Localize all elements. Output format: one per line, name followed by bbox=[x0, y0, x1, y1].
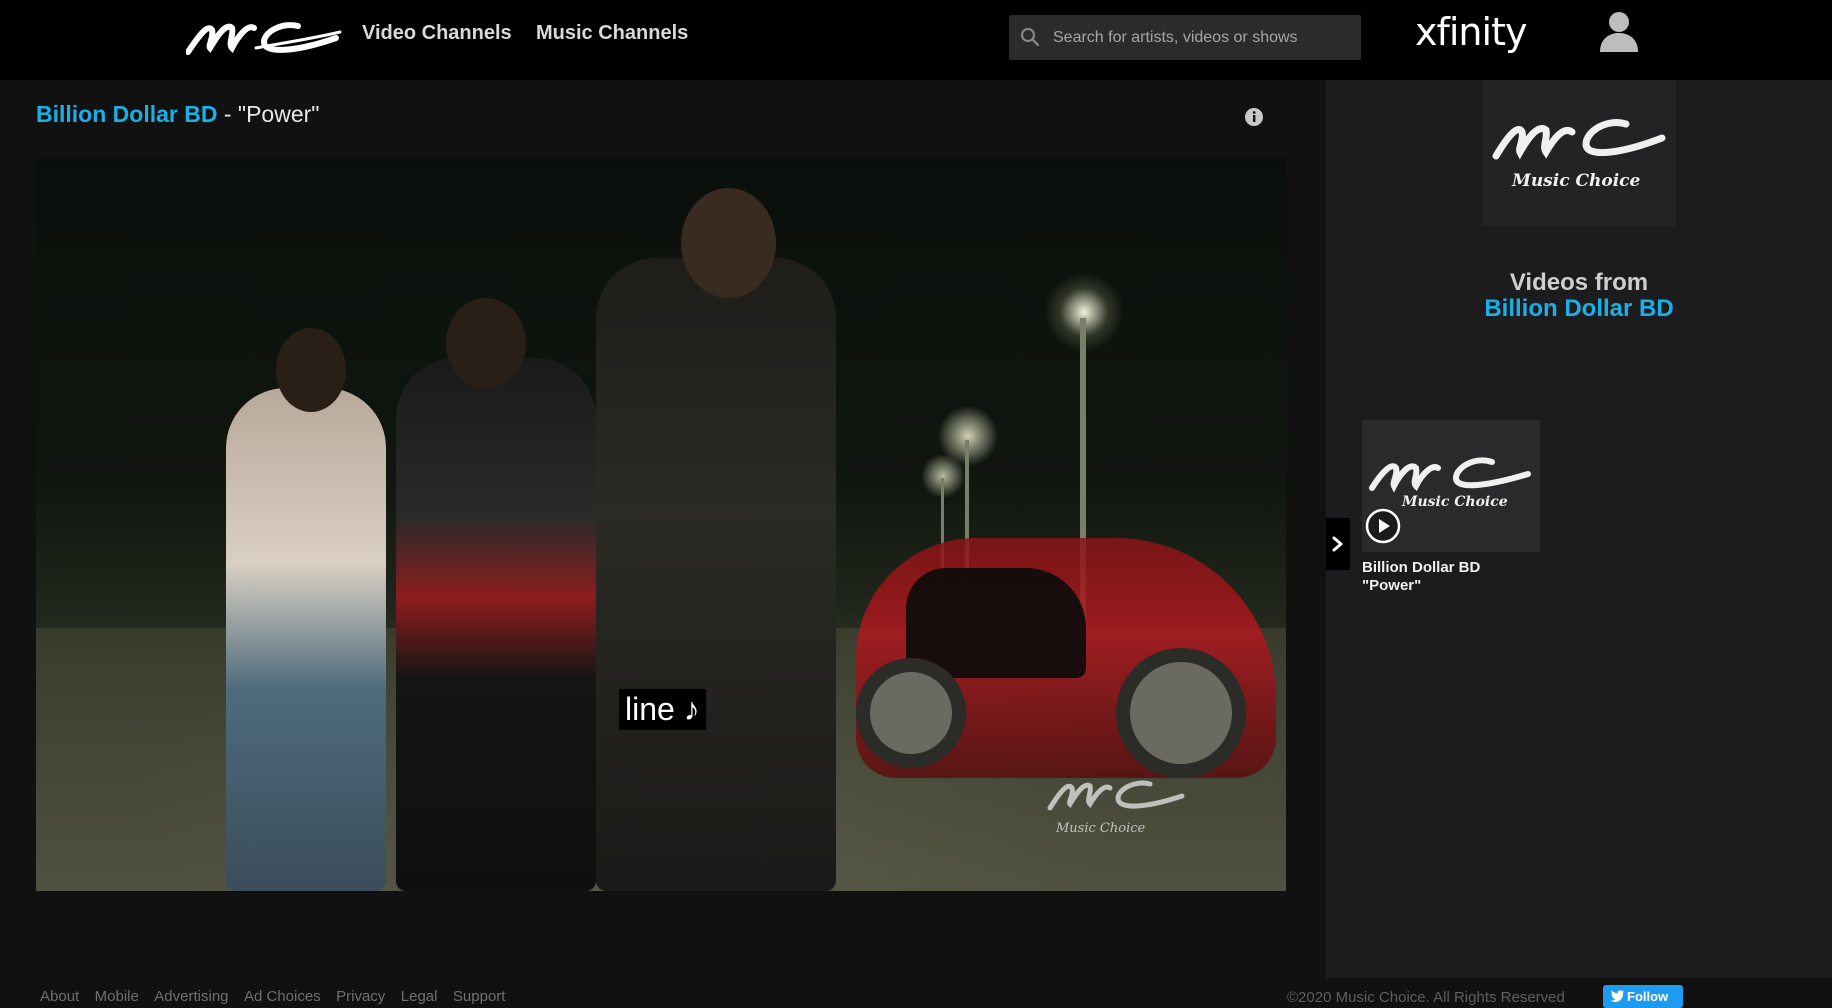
footer-link-privacy[interactable]: Privacy bbox=[336, 988, 385, 1005]
footer-link-mobile[interactable]: Mobile bbox=[95, 988, 139, 1005]
car-window bbox=[906, 568, 1086, 678]
nav-video-channels[interactable]: Video Channels bbox=[362, 22, 512, 45]
videos-from-heading: Videos from Billion Dollar BD bbox=[1326, 270, 1832, 322]
title-separator: - bbox=[217, 101, 238, 127]
page: Video Channels Music Channels xfinity Bi… bbox=[0, 0, 1832, 1008]
twitter-follow-button[interactable]: Follow bbox=[1603, 985, 1683, 1008]
related-video-title: "Power" bbox=[1362, 577, 1422, 594]
twitter-bird-icon bbox=[1610, 990, 1624, 1002]
video-title: Billion Dollar BD - "Power" bbox=[36, 101, 319, 128]
song-title: "Power" bbox=[237, 101, 320, 127]
user-icon[interactable] bbox=[1596, 10, 1642, 52]
info-icon[interactable] bbox=[1244, 107, 1264, 127]
footer-links: About Mobile Advertising Ad Choices Priv… bbox=[40, 988, 516, 1008]
person-middle bbox=[396, 358, 596, 891]
play-icon[interactable] bbox=[1365, 508, 1401, 544]
search-box[interactable] bbox=[1009, 15, 1361, 60]
top-header: Video Channels Music Channels xfinity bbox=[0, 0, 1832, 80]
footer-link-advertising[interactable]: Advertising bbox=[154, 988, 228, 1005]
person-front-head bbox=[681, 188, 776, 298]
person-front bbox=[596, 258, 836, 891]
sidebar-toggle-button[interactable] bbox=[1326, 518, 1350, 570]
person-middle-head bbox=[446, 298, 526, 388]
car-wheel bbox=[856, 658, 966, 768]
car-wheel bbox=[1116, 648, 1246, 778]
svg-text:Music Choice: Music Choice bbox=[1401, 494, 1508, 508]
svg-text:Music Choice: Music Choice bbox=[1055, 821, 1146, 836]
footer-link-legal[interactable]: Legal bbox=[401, 988, 438, 1005]
music-choice-logo: Music Choice bbox=[1492, 119, 1666, 191]
music-choice-logo: Music Choice bbox=[1369, 457, 1531, 508]
related-video-thumbnail[interactable]: Music Choice bbox=[1362, 420, 1540, 552]
follow-label: Follow bbox=[1627, 989, 1669, 1004]
music-choice-logo[interactable] bbox=[186, 14, 342, 58]
chevron-right-icon bbox=[1332, 536, 1343, 552]
nav-music-channels[interactable]: Music Channels bbox=[536, 22, 688, 45]
video-subtitle: line ♪ bbox=[619, 689, 706, 730]
footer-link-support[interactable]: Support bbox=[453, 988, 506, 1005]
music-choice-brand-box: Music Choice bbox=[1482, 80, 1676, 226]
music-choice-watermark: Music Choice bbox=[1047, 780, 1185, 836]
footer-link-ad-choices[interactable]: Ad Choices bbox=[244, 988, 321, 1005]
artist-link[interactable]: Billion Dollar BD bbox=[36, 101, 217, 127]
videos-from-artist-link[interactable]: Billion Dollar BD bbox=[1484, 295, 1673, 322]
sidebar: Music Choice Videos from Billion Dollar … bbox=[1326, 80, 1832, 978]
copyright-text: ©2020 Music Choice. All Rights Reserved bbox=[1287, 989, 1565, 1006]
search-icon bbox=[1021, 28, 1040, 47]
video-player[interactable]: line ♪ Music Choice bbox=[36, 158, 1286, 891]
svg-text:Music Choice: Music Choice bbox=[1511, 171, 1641, 191]
related-video-artist: Billion Dollar BD bbox=[1362, 559, 1481, 576]
related-video-caption[interactable]: Billion Dollar BD "Power" bbox=[1362, 559, 1480, 595]
xfinity-logo[interactable]: xfinity bbox=[1415, 10, 1527, 54]
footer-link-about[interactable]: About bbox=[40, 988, 79, 1005]
search-input[interactable] bbox=[1053, 15, 1353, 60]
person-left-head bbox=[276, 328, 346, 412]
videos-from-label: Videos from bbox=[1509, 269, 1649, 296]
person-left bbox=[226, 388, 386, 891]
